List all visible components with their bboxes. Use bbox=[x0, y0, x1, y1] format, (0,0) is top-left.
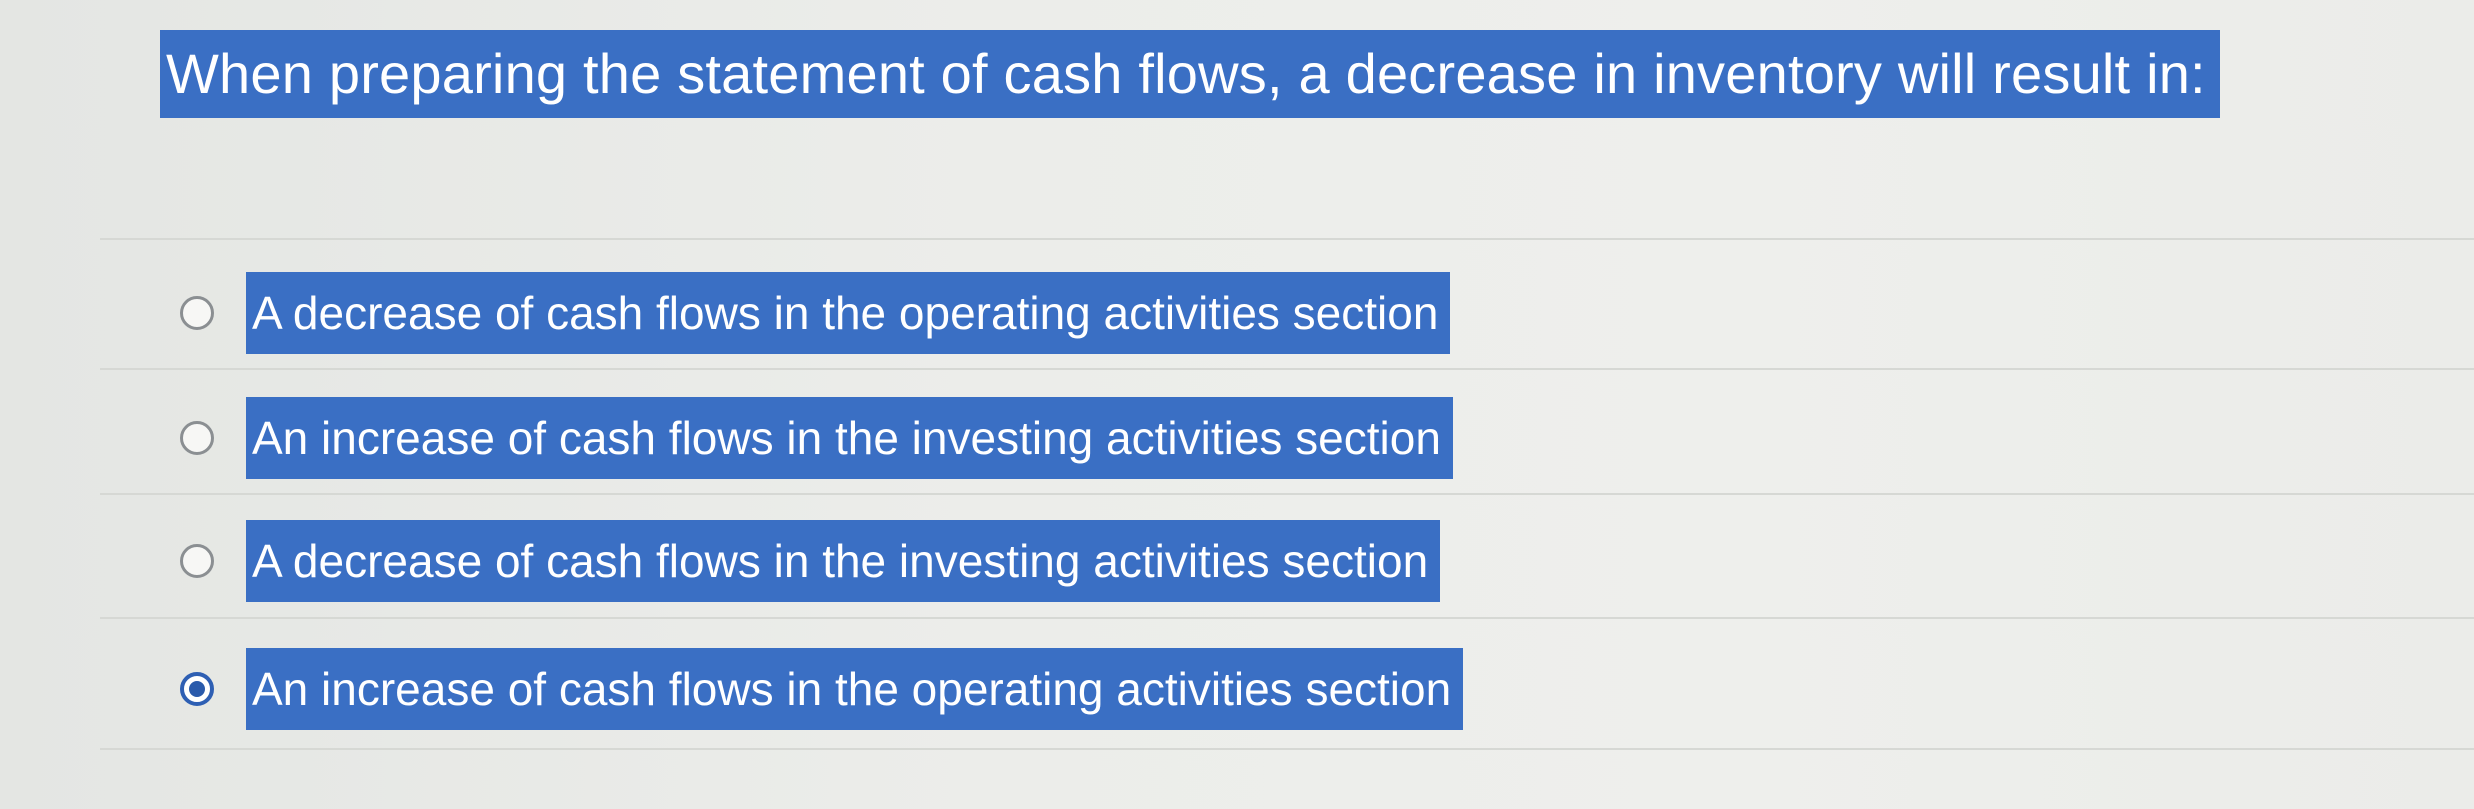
radio-button[interactable] bbox=[180, 421, 214, 455]
radio-selected-dot bbox=[189, 681, 205, 697]
divider bbox=[100, 493, 2474, 495]
radio-button-selected[interactable] bbox=[180, 672, 214, 706]
answer-option-label[interactable]: A decrease of cash flows in the investin… bbox=[246, 520, 1441, 602]
answer-option-2[interactable]: An increase of cash flows in the investi… bbox=[180, 397, 1453, 479]
answer-option-label[interactable]: A decrease of cash flows in the operatin… bbox=[246, 272, 1451, 354]
divider bbox=[100, 748, 2474, 750]
divider bbox=[100, 368, 2474, 370]
answer-option-1[interactable]: A decrease of cash flows in the operatin… bbox=[180, 272, 1451, 354]
question-text: When preparing the statement of cash flo… bbox=[160, 30, 2220, 118]
radio-button[interactable] bbox=[180, 544, 214, 578]
divider bbox=[100, 617, 2474, 619]
quiz-question-panel: When preparing the statement of cash flo… bbox=[0, 0, 2474, 809]
answer-option-4[interactable]: An increase of cash flows in the operati… bbox=[180, 648, 1464, 730]
answer-option-3[interactable]: A decrease of cash flows in the investin… bbox=[180, 520, 1441, 602]
divider bbox=[100, 238, 2474, 240]
answer-option-label[interactable]: An increase of cash flows in the investi… bbox=[246, 397, 1453, 479]
radio-button[interactable] bbox=[180, 296, 214, 330]
answer-option-label[interactable]: An increase of cash flows in the operati… bbox=[246, 648, 1464, 730]
